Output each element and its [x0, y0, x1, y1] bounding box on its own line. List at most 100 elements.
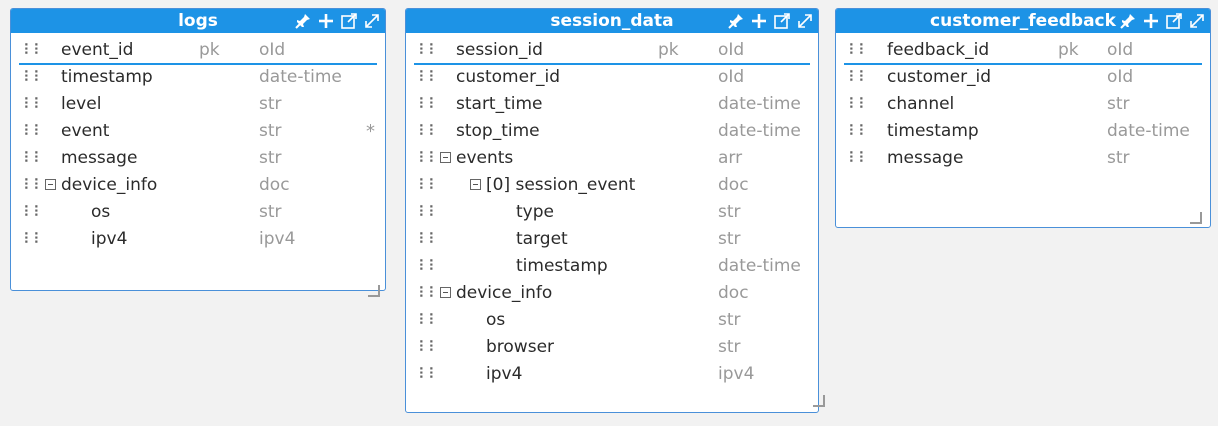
field-name[interactable]: events [456, 145, 513, 172]
field-row[interactable]: ⠇⠇ level str [11, 91, 385, 118]
field-row[interactable]: ⠇⠇ channel str [836, 91, 1210, 118]
collapse-toggle-icon[interactable] [45, 179, 56, 190]
field-row[interactable]: ⠇⠇ event_id pk oId [11, 37, 385, 65]
drag-handle-icon[interactable]: ⠇⠇ [23, 91, 44, 118]
drag-handle-icon[interactable]: ⠇⠇ [418, 280, 439, 307]
collapse-toggle-icon[interactable] [440, 152, 451, 163]
field-name[interactable]: stop_time [456, 118, 540, 145]
drag-handle-icon[interactable]: ⠇⠇ [848, 64, 869, 91]
resize-handle[interactable] [368, 285, 380, 297]
add-field-icon[interactable] [750, 12, 768, 30]
entity-header[interactable]: customer_feedback [836, 9, 1210, 33]
field-name[interactable]: timestamp [887, 118, 979, 145]
drag-handle-icon[interactable]: ⠇⠇ [418, 253, 439, 280]
field-row[interactable]: ⠇⠇ ipv4 ipv4 [11, 226, 385, 253]
field-name[interactable]: session_id [456, 37, 543, 64]
open-external-icon[interactable] [340, 12, 358, 30]
drag-handle-icon[interactable]: ⠇⠇ [418, 145, 439, 172]
field-name[interactable]: device_info [61, 172, 157, 199]
drag-handle-icon[interactable]: ⠇⠇ [23, 118, 44, 145]
field-name[interactable]: os [91, 199, 110, 226]
field-row[interactable]: ⠇⠇ customer_id oId [406, 64, 818, 91]
field-name[interactable]: device_info [456, 280, 552, 307]
drag-handle-icon[interactable]: ⠇⠇ [418, 226, 439, 253]
field-name[interactable]: timestamp [61, 64, 153, 91]
drag-handle-icon[interactable]: ⠇⠇ [23, 145, 44, 172]
field-row[interactable]: ⠇⠇ customer_id oId [836, 64, 1210, 91]
field-row[interactable]: ⠇⠇ target str [406, 226, 818, 253]
field-row[interactable]: ⠇⠇ events arr [406, 145, 818, 172]
field-row[interactable]: ⠇⠇ message str [11, 145, 385, 172]
field-row[interactable]: ⠇⠇ event str * [11, 118, 385, 145]
field-row[interactable]: ⠇⠇ device_info doc [11, 172, 385, 199]
add-field-icon[interactable] [317, 12, 335, 30]
field-name[interactable]: message [61, 145, 137, 172]
field-row[interactable]: ⠇⠇ feedback_id pk oId [836, 37, 1210, 65]
field-name[interactable]: target [516, 226, 568, 253]
field-row[interactable]: ⠇⠇ browser str [406, 334, 818, 361]
drag-handle-icon[interactable]: ⠇⠇ [848, 91, 869, 118]
entity-box-session-data[interactable]: session_data ⠇⠇ session_id pk oId ⠇⠇ customer_… [405, 8, 819, 413]
drag-handle-icon[interactable]: ⠇⠇ [848, 118, 869, 145]
field-name[interactable]: message [887, 145, 963, 172]
resize-handle[interactable] [1190, 212, 1202, 224]
drag-handle-icon[interactable]: ⠇⠇ [418, 307, 439, 334]
pin-icon[interactable] [1119, 12, 1137, 30]
field-name[interactable]: browser [486, 334, 554, 361]
drag-handle-icon[interactable]: ⠇⠇ [418, 37, 439, 64]
field-name[interactable]: customer_id [456, 64, 560, 91]
drag-handle-icon[interactable]: ⠇⠇ [23, 64, 44, 91]
drag-handle-icon[interactable]: ⠇⠇ [418, 64, 439, 91]
field-name[interactable]: level [61, 91, 101, 118]
drag-handle-icon[interactable]: ⠇⠇ [848, 145, 869, 172]
drag-handle-icon[interactable]: ⠇⠇ [23, 172, 44, 199]
add-field-icon[interactable] [1142, 12, 1160, 30]
field-row[interactable]: ⠇⠇ ipv4 ipv4 [406, 361, 818, 388]
field-row[interactable]: ⠇⠇ [0] session_event doc [406, 172, 818, 199]
entity-header[interactable]: logs [11, 9, 385, 33]
field-name[interactable]: event_id [61, 37, 133, 64]
field-name[interactable]: ipv4 [486, 361, 522, 388]
field-row[interactable]: ⠇⠇ os str [406, 307, 818, 334]
drag-handle-icon[interactable]: ⠇⠇ [23, 37, 44, 64]
field-row[interactable]: ⠇⠇ message str [836, 145, 1210, 172]
field-row[interactable]: ⠇⠇ session_id pk oId [406, 37, 818, 65]
field-row[interactable]: ⠇⠇ timestamp date-time [406, 253, 818, 280]
expand-icon[interactable] [1188, 12, 1206, 30]
field-name[interactable]: event [61, 118, 109, 145]
field-name[interactable]: feedback_id [887, 37, 989, 64]
open-external-icon[interactable] [1165, 12, 1183, 30]
drag-handle-icon[interactable]: ⠇⠇ [418, 118, 439, 145]
drag-handle-icon[interactable]: ⠇⠇ [418, 334, 439, 361]
field-row[interactable]: ⠇⠇ device_info doc [406, 280, 818, 307]
field-name[interactable]: os [486, 307, 505, 334]
drag-handle-icon[interactable]: ⠇⠇ [23, 199, 44, 226]
field-row[interactable]: ⠇⠇ start_time date-time [406, 91, 818, 118]
open-external-icon[interactable] [773, 12, 791, 30]
field-name[interactable]: type [516, 199, 554, 226]
drag-handle-icon[interactable]: ⠇⠇ [418, 172, 439, 199]
drag-handle-icon[interactable]: ⠇⠇ [23, 226, 44, 253]
collapse-toggle-icon[interactable] [440, 287, 451, 298]
pin-icon[interactable] [727, 12, 745, 30]
field-name[interactable]: timestamp [516, 253, 608, 280]
field-name[interactable]: [0] session_event [486, 172, 635, 199]
expand-icon[interactable] [796, 12, 814, 30]
entity-box-logs[interactable]: logs ⠇⠇ event_id pk oId ⠇⠇ timestamp date-time ⠇… [10, 8, 386, 291]
field-name[interactable]: customer_id [887, 64, 991, 91]
field-row[interactable]: ⠇⠇ type str [406, 199, 818, 226]
field-row[interactable]: ⠇⠇ os str [11, 199, 385, 226]
field-row[interactable]: ⠇⠇ timestamp date-time [836, 118, 1210, 145]
expand-icon[interactable] [363, 12, 381, 30]
drag-handle-icon[interactable]: ⠇⠇ [418, 361, 439, 388]
pin-icon[interactable] [294, 12, 312, 30]
entity-box-customer-feedback[interactable]: customer_feedback ⠇⠇ feedback_id pk oId ⠇⠇ cus… [835, 8, 1211, 228]
drag-handle-icon[interactable]: ⠇⠇ [418, 91, 439, 118]
drag-handle-icon[interactable]: ⠇⠇ [418, 199, 439, 226]
field-name[interactable]: start_time [456, 91, 543, 118]
collapse-toggle-icon[interactable] [470, 179, 481, 190]
resize-handle[interactable] [813, 395, 825, 407]
field-name[interactable]: channel [887, 91, 954, 118]
field-row[interactable]: ⠇⠇ timestamp date-time [11, 64, 385, 91]
drag-handle-icon[interactable]: ⠇⠇ [848, 37, 869, 64]
